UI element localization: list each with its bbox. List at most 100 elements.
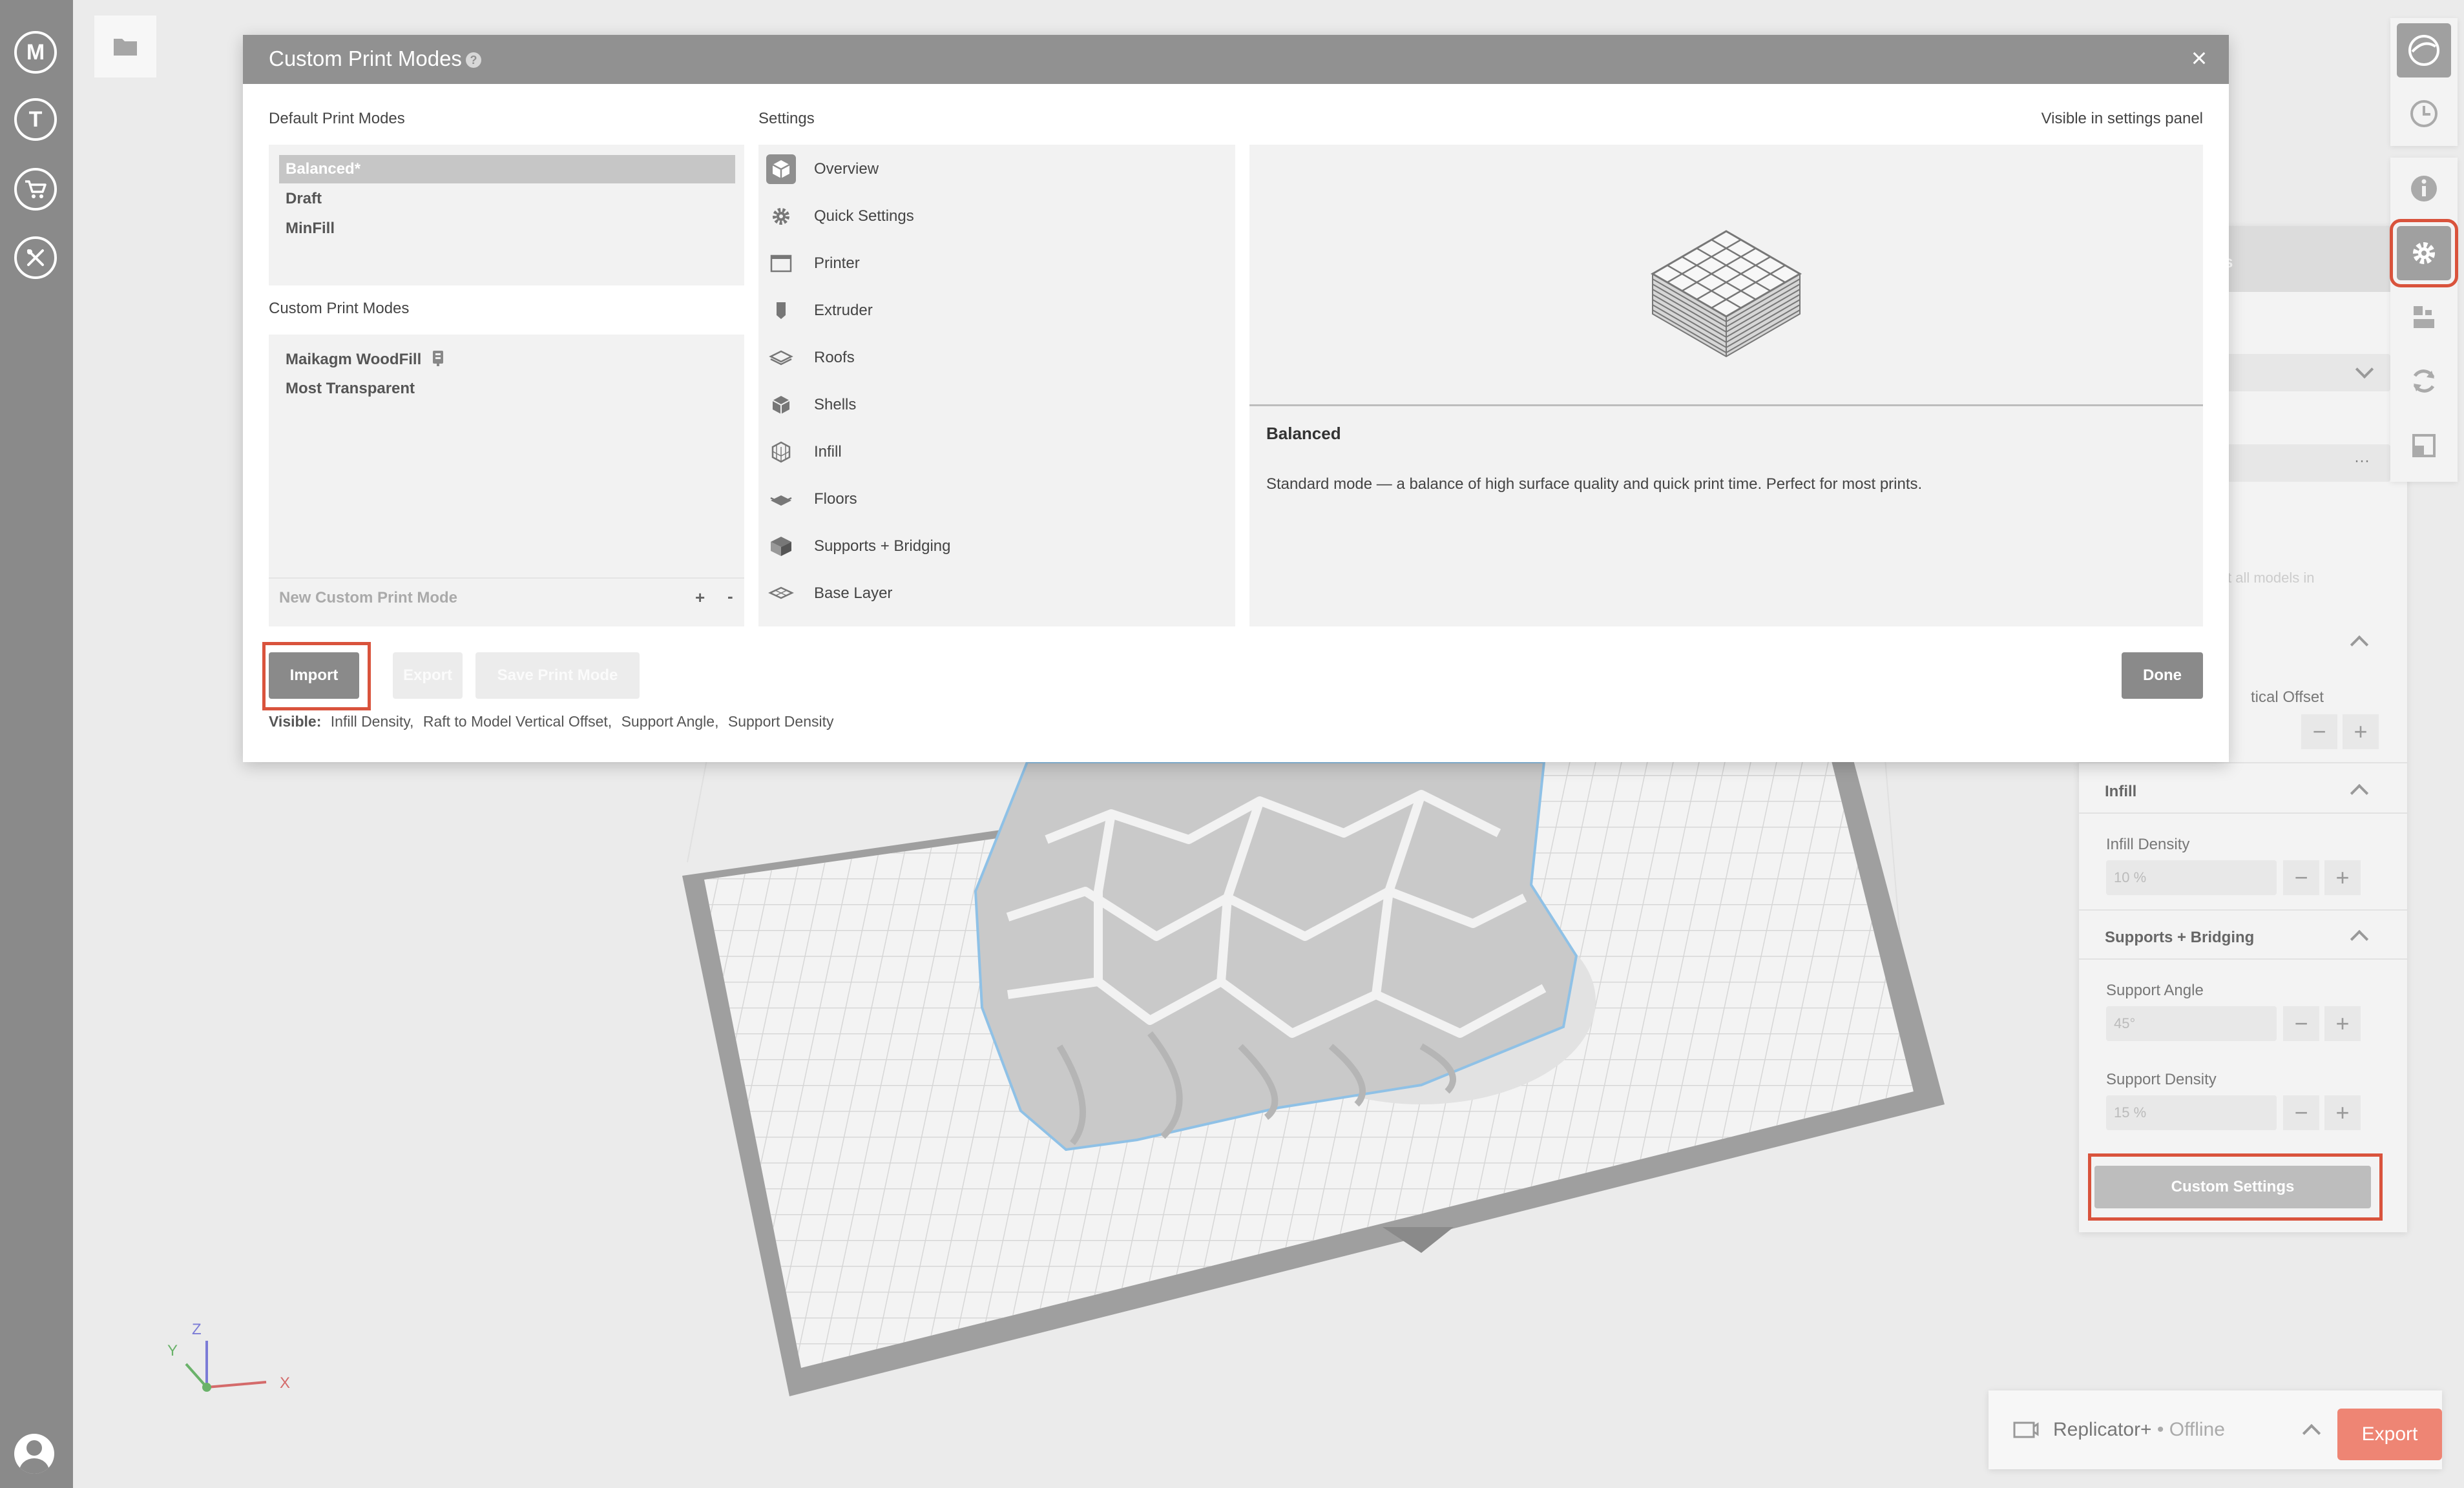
setting-shells[interactable]: Shells <box>766 386 1218 424</box>
dialog-title: Custom Print Modes? <box>269 46 481 71</box>
mode-item-minfill[interactable]: MinFill <box>286 220 335 238</box>
setting-floors[interactable]: Floors <box>766 480 1218 519</box>
support-angle-label: Support Angle <box>2106 982 2204 999</box>
infill-density-label: Infill Density <box>2106 836 2190 853</box>
settings-gear-icon[interactable] <box>2390 219 2458 287</box>
visible-in-settings-heading: Visible in settings panel <box>2041 110 2203 127</box>
mode-detail-panel: Balanced Standard mode — a balance of hi… <box>1249 145 2203 626</box>
setting-overview[interactable]: Overview <box>766 150 1218 189</box>
chevron-up-icon[interactable] <box>2302 1423 2321 1443</box>
infill-density-input[interactable]: 10 % <box>2106 860 2277 895</box>
remove-mode-button[interactable]: - <box>727 586 733 606</box>
mode-item-draft[interactable]: Draft <box>286 190 322 208</box>
open-folder-button[interactable] <box>94 16 156 78</box>
setting-roofs[interactable]: Roofs <box>766 338 1218 377</box>
mode-detail-description: Standard mode — a balance of high surfac… <box>1266 475 1923 493</box>
mode-detail-title: Balanced <box>1266 424 1341 443</box>
custom-modes-heading: Custom Print Modes <box>269 300 410 317</box>
panel-hint-text: t all models in <box>2228 570 2315 586</box>
printer-selector[interactable]: Replicator+ • Offline <box>2053 1419 2225 1441</box>
setting-base-layer[interactable]: Base Layer <box>766 574 1218 613</box>
custom-modes-list: Maikagm WoodFill Most Transparent New Cu… <box>269 335 744 626</box>
setting-extruder[interactable]: Extruder <box>766 291 1218 330</box>
account-avatar-icon[interactable] <box>14 1434 54 1474</box>
print-preview-icon[interactable] <box>2397 87 2451 141</box>
scale-icon[interactable] <box>2397 418 2451 473</box>
base-layer-icon <box>766 579 796 608</box>
chevron-up-icon[interactable] <box>2350 929 2369 949</box>
export-button-disabled[interactable]: Export <box>393 652 463 699</box>
rotate-icon[interactable] <box>2397 354 2451 408</box>
view-sphere-icon[interactable] <box>2397 23 2451 78</box>
printer-window-icon <box>766 249 796 278</box>
custom-mode-item[interactable]: Most Transparent <box>286 380 415 398</box>
chevron-up-icon[interactable] <box>2350 635 2369 654</box>
folder-icon <box>114 39 137 56</box>
printer-bar: Replicator+ • Offline Export <box>1989 1390 2442 1469</box>
support-angle-minus-button[interactable]: − <box>2283 1006 2319 1041</box>
extruder-icon <box>766 296 796 326</box>
mode-item-balanced[interactable]: Balanced* <box>279 155 735 183</box>
setting-infill[interactable]: Infill <box>766 433 1218 471</box>
roofs-layer-icon <box>766 343 796 373</box>
store-cart-icon[interactable] <box>14 168 57 211</box>
supports-bridging-icon <box>766 532 796 561</box>
setting-quick-settings[interactable]: Quick Settings <box>766 197 1218 236</box>
close-icon[interactable]: × <box>2185 45 2213 74</box>
export-button[interactable]: Export <box>2337 1409 2442 1460</box>
filament-spool-icon <box>432 351 443 366</box>
settings-heading: Settings <box>758 110 815 127</box>
chevron-down-icon <box>2355 360 2374 379</box>
raft-offset-label: tical Offset <box>2251 688 2324 706</box>
raft-offset-plus-button[interactable]: + <box>2343 714 2379 749</box>
raft-offset-minus-button[interactable]: − <box>2301 714 2337 749</box>
infill-density-plus-button[interactable]: + <box>2324 860 2361 895</box>
chevron-up-icon[interactable] <box>2350 783 2369 803</box>
support-density-minus-button[interactable]: − <box>2283 1095 2319 1130</box>
import-button[interactable]: Import <box>269 652 359 699</box>
setting-printer[interactable]: Printer <box>766 244 1218 283</box>
setting-supports-bridging[interactable]: Supports + Bridging <box>766 527 1218 566</box>
help-icon[interactable]: ? <box>465 52 481 68</box>
support-density-plus-button[interactable]: + <box>2324 1095 2361 1130</box>
new-mode-input[interactable]: New Custom Print Mode <box>279 589 457 607</box>
arrange-icon[interactable] <box>2397 291 2451 345</box>
custom-mode-item[interactable]: Maikagm WoodFill <box>286 350 444 369</box>
printer-name: Replicator+ <box>2053 1419 2152 1440</box>
default-modes-heading: Default Print Modes <box>269 110 405 127</box>
print-mode-select[interactable] <box>2221 354 2390 391</box>
info-icon[interactable] <box>2397 161 2451 216</box>
shells-cube-icon <box>766 390 796 420</box>
makerbot-logo-icon[interactable]: M <box>14 31 57 74</box>
more-options-field[interactable]: ··· <box>2221 444 2390 482</box>
printer-icon <box>2013 1421 2039 1438</box>
done-button[interactable]: Done <box>2122 652 2203 699</box>
infill-section-title: Infill <box>2105 783 2137 800</box>
custom-settings-button[interactable]: Custom Settings <box>2094 1166 2371 1208</box>
default-modes-list: Balanced* Draft MinFill <box>269 145 744 285</box>
dialog-header: Custom Print Modes? × <box>243 35 2229 84</box>
infill-cube-icon <box>766 437 796 467</box>
overview-cube-icon <box>766 154 796 184</box>
left-rail: M T <box>0 0 73 1488</box>
infill-density-minus-button[interactable]: − <box>2283 860 2319 895</box>
axis-y-label: Y <box>167 1342 178 1359</box>
gear-icon <box>766 202 796 231</box>
support-density-label: Support Density <box>2106 1071 2217 1088</box>
printer-status: • Offline <box>2151 1419 2225 1440</box>
axis-z-label: Z <box>192 1321 202 1338</box>
support-angle-input[interactable]: 45° <box>2106 1006 2277 1041</box>
supports-section-title: Supports + Bridging <box>2105 929 2255 946</box>
utilities-tools-icon[interactable] <box>14 236 57 279</box>
axis-x-label: X <box>280 1374 291 1392</box>
mode-preview <box>1249 145 2203 404</box>
thingiverse-icon[interactable]: T <box>14 98 57 141</box>
axis-gizmo <box>185 1341 267 1392</box>
custom-print-modes-dialog: Custom Print Modes? × Default Print Mode… <box>243 35 2229 762</box>
layered-cube-icon <box>1651 230 1802 358</box>
visible-settings-summary: Visible: Infill Density, Raft to Model V… <box>269 713 834 730</box>
support-density-input[interactable]: 15 % <box>2106 1095 2277 1130</box>
support-angle-plus-button[interactable]: + <box>2324 1006 2361 1041</box>
add-mode-button[interactable]: + <box>695 588 705 608</box>
save-print-mode-button[interactable]: Save Print Mode <box>475 652 640 699</box>
